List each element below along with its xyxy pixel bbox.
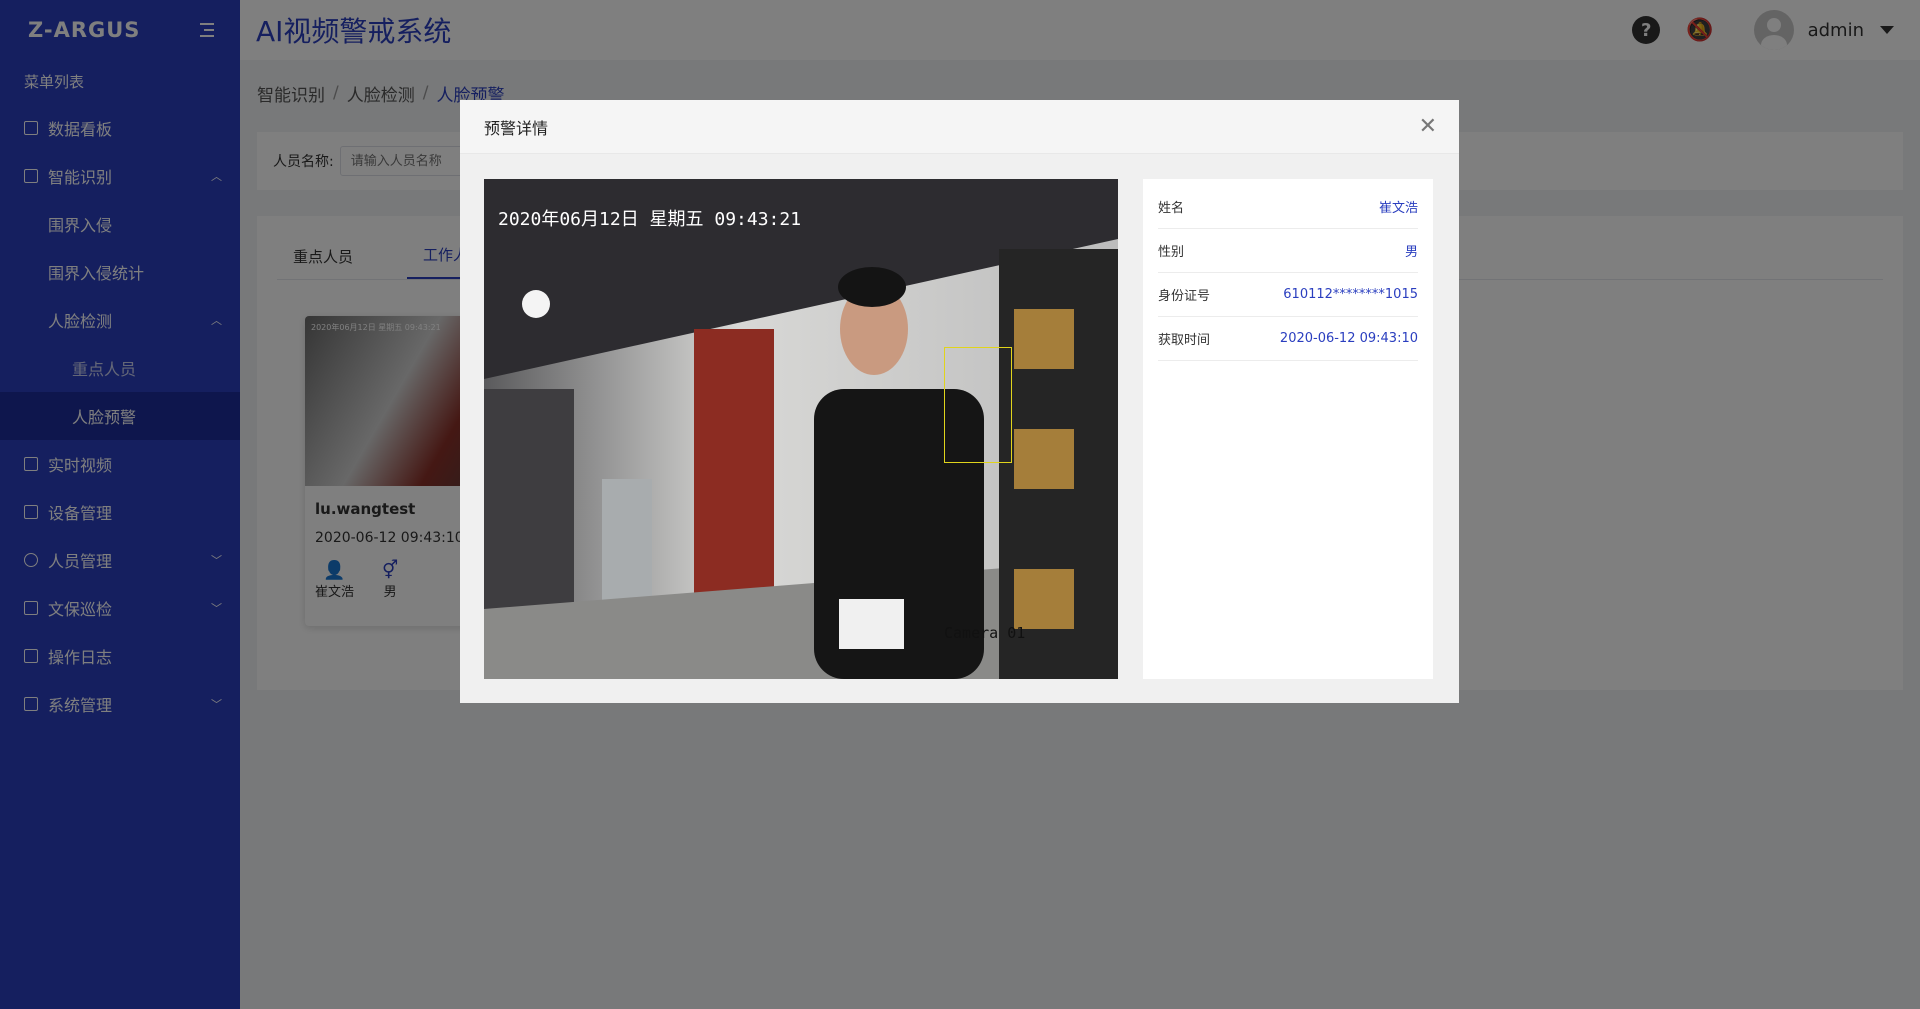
- info-row-id-number: 身份证号 610112********1015: [1158, 273, 1418, 317]
- photo-timestamp: 2020年06月12日 星期五 09:43:21: [498, 209, 802, 230]
- info-value: 2020-06-12 09:43:10: [1279, 331, 1418, 346]
- dialog-title: 预警详情: [484, 118, 549, 138]
- dialog-header: 预警详情 ✕: [460, 100, 1459, 154]
- info-value: 崔文浩: [1378, 201, 1418, 216]
- info-value: 610112********1015: [1283, 287, 1418, 302]
- camera-label: Camera 01: [944, 624, 1026, 642]
- alert-detail-dialog: 预警详情 ✕ 2020年06月12日 星期五 09:43:21 Camera 0…: [460, 100, 1459, 703]
- info-row-gender: 性别 男: [1158, 229, 1418, 273]
- info-label: 性别: [1158, 245, 1185, 260]
- close-icon[interactable]: ✕: [1419, 115, 1437, 138]
- info-value: 男: [1404, 245, 1418, 260]
- info-row-name: 姓名 崔文浩: [1158, 185, 1418, 229]
- detection-box: [944, 347, 1012, 463]
- info-row-capture-time: 获取时间 2020-06-12 09:43:10: [1158, 317, 1418, 361]
- info-panel: 姓名 崔文浩 性别 男 身份证号 610112********1015 获取时间…: [1143, 179, 1433, 679]
- info-label: 获取时间: [1158, 333, 1211, 348]
- info-label: 姓名: [1158, 201, 1185, 216]
- scene-image: [484, 179, 1118, 679]
- info-label: 身份证号: [1158, 289, 1211, 304]
- alert-photo: 2020年06月12日 星期五 09:43:21 Camera 01: [484, 179, 1118, 679]
